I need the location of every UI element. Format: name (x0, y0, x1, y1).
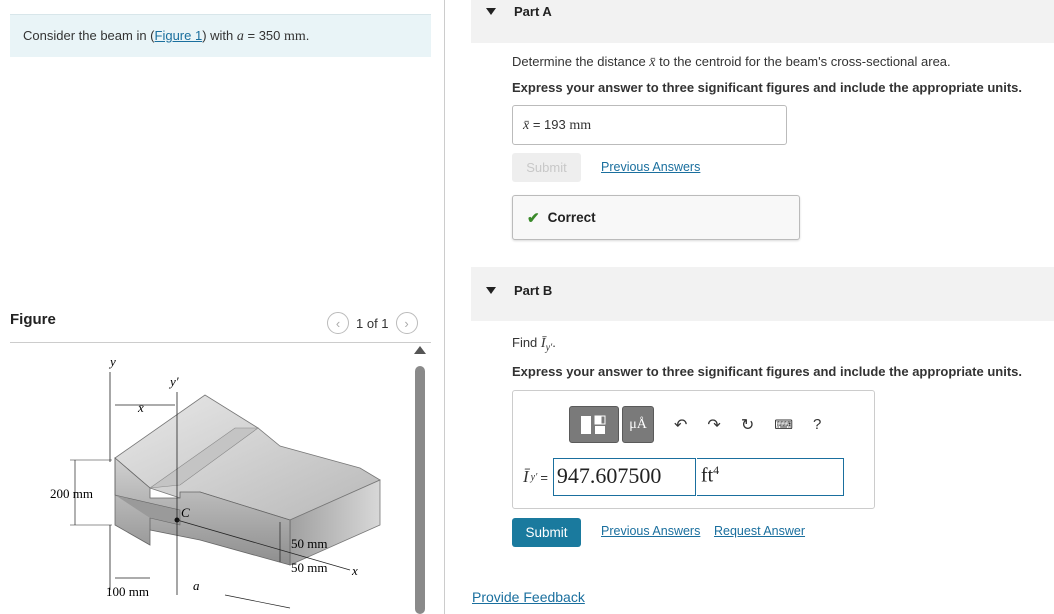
label-x: x (351, 563, 358, 578)
unit-exponent: 4 (713, 463, 720, 477)
collapse-triangle-icon[interactable] (486, 287, 496, 294)
answer-editor: μÅ ↶ ↷ ↻ ⌨ ? Īy′ = 947.607500 ft4 (512, 390, 875, 509)
pager-count: 1 of 1 (356, 315, 389, 331)
part-a-answer-display: x̄ = 193 mm (512, 105, 787, 145)
answer-input-row: Īy′ = 947.607500 ft4 (523, 458, 844, 496)
part-b-submit-button[interactable]: Submit (512, 518, 581, 547)
redo-icon[interactable]: ↷ (707, 415, 720, 435)
part-a-header[interactable]: Part A (471, 0, 1054, 43)
label-100mm: 100 mm (106, 584, 149, 599)
part-a-correct-feedback: ✔ Correct (512, 195, 800, 240)
unit-base: ft (700, 464, 714, 487)
label-c: C (181, 505, 190, 520)
intro-text: = 350 (243, 28, 285, 43)
label-50mm-b: 50 mm (291, 560, 327, 575)
label-200mm: 200 mm (50, 486, 93, 501)
unit-input[interactable]: ft4 (696, 458, 844, 496)
templates-button[interactable] (569, 406, 619, 443)
keyboard-icon[interactable]: ⌨ (774, 417, 793, 433)
reset-icon[interactable]: ↻ (741, 415, 754, 435)
var-a: a (236, 29, 244, 44)
question-text: to the centroid for the beam's cross-sec… (655, 54, 951, 69)
label-50mm-a: 50 mm (291, 536, 327, 551)
part-b-question: Find Īy′. (512, 335, 556, 354)
part-b-title: Part B (514, 283, 553, 298)
intro-text: ) with (202, 28, 237, 43)
label-a: a (193, 578, 200, 593)
input-eq: = (540, 469, 548, 485)
intro-text: Consider the beam in ( (23, 28, 155, 43)
problem-intro: Consider the beam in (Figure 1) with a =… (10, 14, 431, 57)
part-b-header[interactable]: Part B (471, 267, 1054, 321)
editor-toolbar: μÅ ↶ ↷ ↻ ⌨ ? (569, 406, 821, 443)
divider (10, 342, 431, 343)
scroll-up-arrow[interactable] (414, 346, 426, 354)
collapse-triangle-icon[interactable] (486, 8, 496, 15)
label-y-prime: y′ (168, 374, 179, 389)
part-a-instructions: Express your answer to three significant… (512, 80, 1022, 95)
chevron-left-icon[interactable]: ‹ (327, 312, 349, 334)
figure-label: Figure (10, 311, 56, 328)
part-a-previous-answers-link[interactable]: Previous Answers (601, 160, 700, 174)
answer-value: 193 (544, 117, 570, 132)
beam-figure: y y′ x̄ C x 200 mm 100 mm 50 mm 50 mm a (50, 354, 381, 609)
answer-eq: = (529, 117, 545, 132)
part-a-question: Determine the distance x̄ to the centroi… (512, 54, 951, 71)
input-var: Ī (523, 467, 529, 486)
symbols-button[interactable]: μÅ (622, 406, 654, 443)
column-divider (444, 0, 445, 614)
left-panel: Consider the beam in (Figure 1) with a =… (0, 0, 445, 614)
label-xbar: x̄ (137, 400, 144, 415)
scrollbar-thumb[interactable] (415, 366, 425, 614)
unit-mm: mm (284, 29, 306, 44)
part-a-title: Part A (514, 4, 552, 19)
part-b-instructions: Express your answer to three significant… (512, 364, 1022, 379)
chevron-right-icon[interactable]: › (395, 312, 418, 334)
provide-feedback-link[interactable]: Provide Feedback (472, 589, 585, 605)
input-var-sub: y′ (530, 471, 538, 483)
question-text: . (552, 335, 556, 350)
question-text: Determine the distance (512, 54, 650, 69)
label-y: y (108, 354, 116, 369)
figure-link[interactable]: Figure 1 (155, 28, 203, 43)
value-input[interactable]: 947.607500 (552, 458, 696, 496)
part-b-previous-answers-link[interactable]: Previous Answers (601, 524, 700, 538)
figure-pager: ‹ 1 of 1 › (327, 312, 418, 334)
part-a-submit-button[interactable]: Submit (512, 153, 581, 182)
status-text: Correct (547, 210, 596, 225)
intro-text: . (305, 28, 310, 43)
undo-icon[interactable]: ↶ (674, 415, 687, 435)
help-button[interactable]: ? (813, 416, 821, 433)
checkmark-icon: ✔ (527, 209, 540, 227)
question-text: Find (512, 335, 541, 350)
request-answer-link[interactable]: Request Answer (714, 524, 805, 538)
dim-a-line (224, 594, 291, 609)
templates-icon (581, 415, 606, 434)
answer-unit: mm (569, 118, 592, 133)
